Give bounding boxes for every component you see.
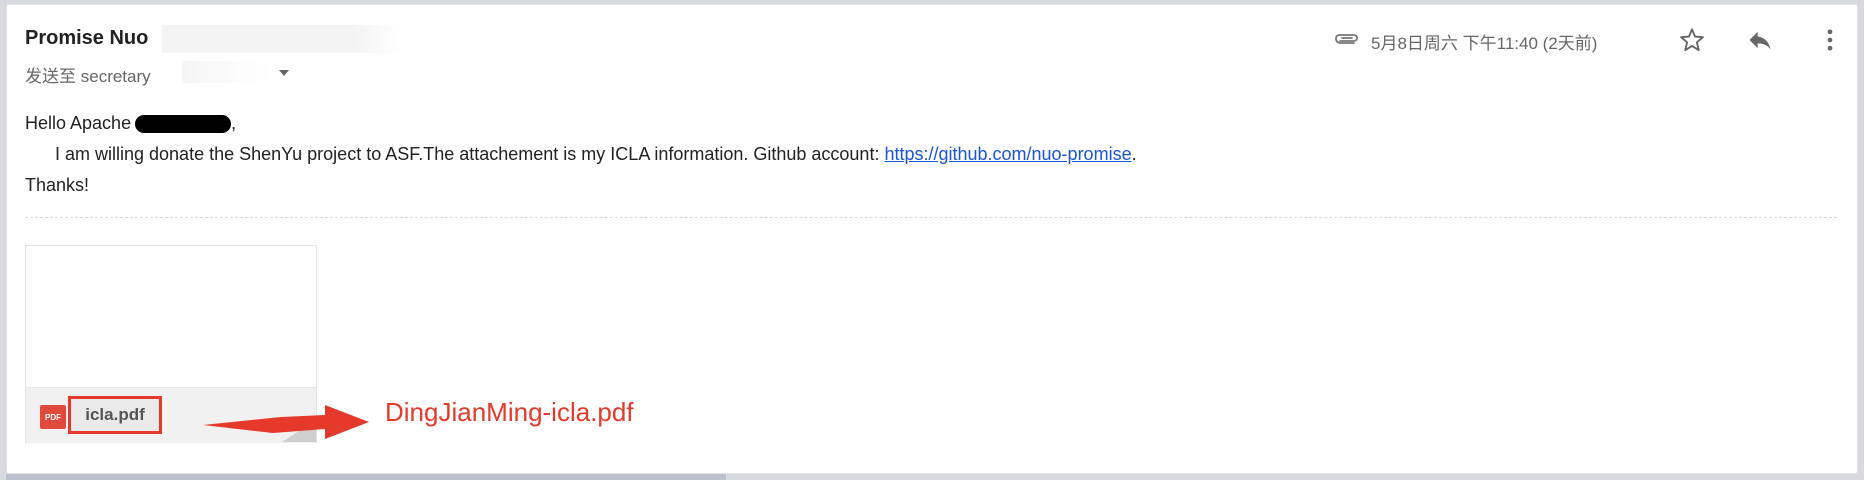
greeting-suffix: , [231, 113, 237, 133]
body-period: . [1131, 144, 1137, 164]
attachments-divider [25, 217, 1837, 218]
more-options-button[interactable] [1813, 23, 1847, 57]
recipient-line: 发送至 secretary [25, 62, 151, 87]
body-paragraph: I am willing donate the ShenYu project t… [25, 139, 1137, 170]
recipient-redacted [182, 61, 272, 83]
github-link[interactable]: https://github.com/nuo-promise [884, 144, 1131, 164]
greeting-line: Hello Apache , [25, 108, 1137, 139]
paperclip-icon [1335, 34, 1358, 44]
recipient-prefix: 发送至 [25, 67, 76, 86]
reply-button[interactable] [1743, 23, 1777, 57]
star-button[interactable] [1675, 23, 1709, 57]
email-message-card: Promise Nuo 发送至 secretary 5月8日周六 下午11:40… [6, 4, 1858, 474]
recipient-value: secretary [80, 67, 151, 86]
pdf-file-icon: PDF [40, 405, 66, 429]
arrow-right-icon [203, 405, 369, 439]
message-body: Hello Apache , I am willing donate the S… [25, 108, 1137, 201]
bottom-scroll-strip [6, 474, 726, 480]
message-date: 5月8日周六 下午11:40 (2天前) [1371, 34, 1598, 53]
attachment-preview[interactable] [26, 246, 316, 387]
sender-email-redacted [162, 25, 402, 53]
reply-icon [1749, 31, 1771, 50]
star-icon [1680, 28, 1704, 52]
attachment-file-name[interactable]: icla.pdf [68, 396, 162, 434]
body-text: I am willing donate the ShenYu project t… [55, 144, 885, 164]
chevron-down-icon[interactable] [279, 70, 289, 76]
redacted-name [135, 114, 232, 133]
more-vertical-icon [1827, 29, 1833, 51]
closing-line: Thanks! [25, 175, 90, 195]
sender-name[interactable]: Promise Nuo [25, 27, 148, 50]
greeting-text: Hello Apache [25, 113, 132, 133]
annotation-label: DingJianMing-icla.pdf [385, 397, 634, 427]
